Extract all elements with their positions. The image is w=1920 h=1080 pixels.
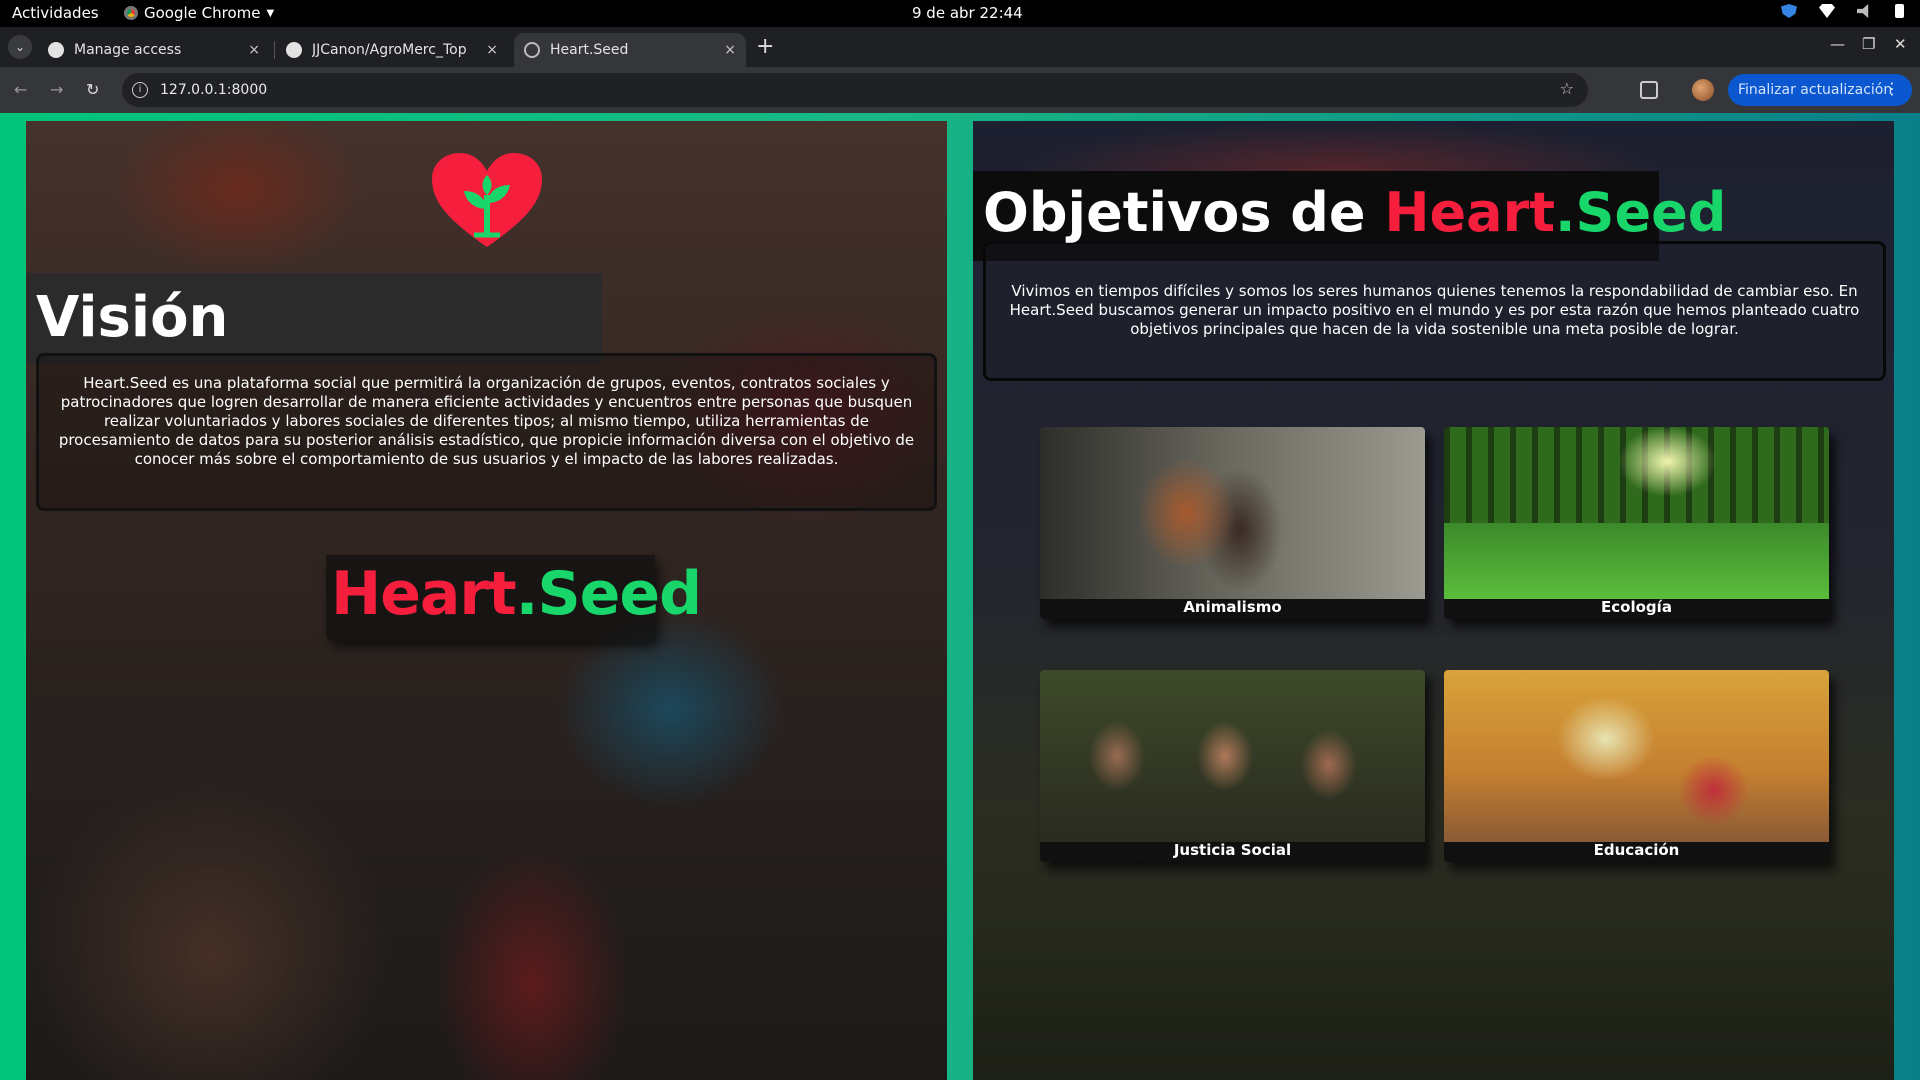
profile-avatar[interactable] [1692, 79, 1714, 101]
card-image [1040, 670, 1425, 842]
card-image [1444, 670, 1829, 842]
reload-icon[interactable]: ↻ [86, 80, 99, 99]
caret-down-icon: ▼ [266, 7, 275, 19]
brand-heart: Heart [331, 559, 517, 629]
app-menu-label: Google Chrome [144, 4, 261, 22]
address-bar[interactable]: i 127.0.0.1:8000 ☆ [122, 73, 1588, 107]
forward-icon[interactable]: → [50, 80, 63, 99]
objetivos-title-seed: .Seed [1555, 181, 1727, 244]
objetivos-panel: Objetivos de Heart.Seed Vivimos en tiemp… [973, 121, 1894, 1080]
card-label: Ecología [1601, 598, 1672, 616]
chrome-icon [124, 6, 138, 20]
card-animalismo[interactable]: Animalismo [1040, 427, 1425, 619]
web-page: Visión Heart.Seed es una plataforma soci… [0, 113, 1920, 1080]
vision-title: Visión [36, 285, 229, 350]
tab-title: JJCanon/AgroMerc_Top [312, 42, 467, 58]
activities-button[interactable]: Actividades [12, 4, 99, 22]
vision-panel: Visión Heart.Seed es una plataforma soci… [26, 121, 947, 1080]
card-educacion[interactable]: Educación [1444, 670, 1829, 862]
objetivos-title-heart: Heart [1384, 181, 1556, 244]
tab-close-icon[interactable]: × [248, 42, 260, 58]
close-window-icon[interactable]: ✕ [1894, 35, 1907, 53]
card-label: Educación [1593, 841, 1680, 859]
card-label: Animalismo [1183, 598, 1282, 616]
update-button[interactable]: Finalizar actualización ⋮ [1728, 74, 1912, 106]
card-justicia-social[interactable]: Justicia Social [1040, 670, 1425, 862]
extension-icon[interactable] [1640, 81, 1658, 99]
tab-search-button[interactable]: ⌄ [8, 35, 32, 59]
globe-icon [524, 42, 540, 58]
card-ecologia[interactable]: Ecología [1444, 427, 1829, 619]
battery-icon [1895, 4, 1904, 18]
maximize-icon[interactable]: ❐ [1862, 35, 1875, 53]
shield-icon [1781, 4, 1797, 18]
minimize-icon[interactable]: — [1830, 35, 1845, 53]
more-menu-icon[interactable]: ⋮ [1884, 79, 1900, 98]
tab-manage-access[interactable]: Manage access × [38, 33, 270, 67]
tab-title: Heart.Seed [550, 42, 629, 58]
back-icon[interactable]: ← [14, 80, 27, 99]
app-menu[interactable]: Google Chrome ▼ [124, 4, 274, 22]
system-top-bar: Actividades Google Chrome ▼ 9 de abr 22:… [0, 0, 1920, 27]
volume-icon [1857, 4, 1869, 18]
update-button-label: Finalizar actualización [1738, 82, 1893, 98]
brand-wordmark: Heart.Seed [331, 559, 702, 629]
tab-heart-seed[interactable]: Heart.Seed × [514, 33, 746, 67]
github-icon [48, 42, 64, 58]
objetivos-title-prefix: Objetivos de [983, 181, 1385, 244]
card-label: Justicia Social [1173, 841, 1292, 859]
tab-title: Manage access [74, 42, 182, 58]
brand-seed: .Seed [515, 559, 702, 629]
system-tray[interactable] [1781, 4, 1904, 18]
objetivos-title: Objetivos de Heart.Seed [983, 181, 1726, 244]
browser-toolbar: ← → ↻ i 127.0.0.1:8000 ☆ Finalizar actua… [0, 67, 1920, 113]
tab-close-icon[interactable]: × [486, 42, 498, 58]
card-image [1444, 427, 1829, 599]
card-image [1040, 427, 1425, 599]
tab-separator [274, 41, 275, 59]
url-text[interactable]: 127.0.0.1:8000 [160, 82, 267, 98]
clock[interactable]: 9 de abr 22:44 [912, 4, 1023, 22]
info-icon[interactable]: i [132, 82, 148, 98]
heart-seed-logo-icon [432, 153, 542, 247]
tab-close-icon[interactable]: × [724, 42, 736, 58]
new-tab-button[interactable]: + [756, 35, 774, 59]
objetivos-description: Vivimos en tiempos difíciles y somos los… [1009, 282, 1860, 338]
wifi-icon [1819, 4, 1835, 18]
vision-description: Heart.Seed es una plataforma social que … [58, 374, 915, 468]
github-icon [286, 42, 302, 58]
star-icon[interactable]: ☆ [1560, 79, 1574, 98]
tab-strip: ⌄ Manage access × JJCanon/AgroMerc_Top ×… [0, 27, 1920, 67]
tab-agromerc[interactable]: JJCanon/AgroMerc_Top × [276, 33, 508, 67]
